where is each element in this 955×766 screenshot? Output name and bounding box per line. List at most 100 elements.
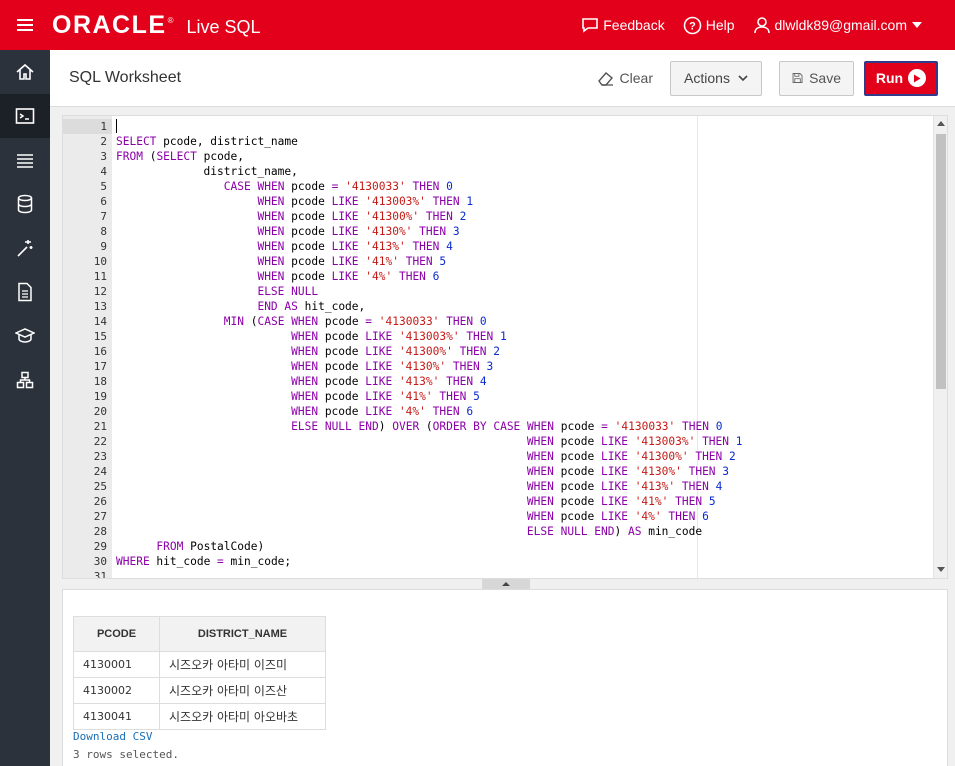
cell-district-name: 시즈오카 아타미 이즈미 [159, 651, 326, 678]
scroll-down-arrow-icon[interactable] [937, 567, 945, 572]
code-line: WHEN pcode LIKE '4%' THEN 6 [526, 510, 709, 523]
code-line: WHEN pcode LIKE '413003%' THEN 1 [291, 330, 507, 343]
line-number: 1 [63, 119, 112, 134]
save-icon [792, 73, 803, 83]
nav-my-session[interactable] [0, 138, 50, 182]
play-icon [908, 69, 927, 87]
code-line: WHEN pcode LIKE '413003%' THEN 1 [526, 435, 743, 448]
code-line: WHEN pcode LIKE '41%' THEN 5 [257, 255, 447, 268]
home-icon [16, 63, 34, 80]
code-line: district_name, [116, 165, 298, 178]
code-line: WHEN pcode LIKE '4%' THEN 6 [291, 405, 474, 418]
code-line: WHEN pcode LIKE '413%' THEN 4 [291, 375, 487, 388]
table-row: 4130041 시즈오카 아타미 아오바초 [73, 703, 326, 730]
line-number: 24 [93, 465, 107, 478]
code-line: SELECT pcode, district_name [116, 135, 298, 148]
nav-quick-sql[interactable] [0, 226, 50, 270]
nav-my-scripts[interactable] [0, 270, 50, 314]
code-line: WHEN pcode LIKE '4130%' THEN 3 [257, 225, 460, 238]
code-line: FROM PostalCode) [156, 540, 265, 553]
feedback-icon [582, 18, 599, 33]
quick-sql-icon [17, 240, 33, 257]
line-number: 6 [100, 195, 107, 208]
cell-district-name: 시즈오카 아타미 이즈산 [159, 677, 326, 704]
code-line: ELSE NULL END) OVER (ORDER BY CASE WHEN … [291, 420, 723, 433]
editor-scrollbar[interactable] [933, 116, 947, 578]
line-number: 15 [93, 330, 107, 343]
line-number: 11 [93, 270, 107, 283]
help-icon: ? [683, 16, 702, 34]
code-line: ELSE NULL [257, 285, 319, 298]
user-email: dlwldk89@gmail.com [774, 17, 907, 33]
line-number: 29 [93, 540, 107, 553]
results-table: PCODE DISTRICT_NAME 4130001 시즈오카 아타미 이즈미… [73, 616, 326, 730]
scroll-thumb[interactable] [936, 134, 946, 389]
nav-schema[interactable] [0, 182, 50, 226]
oracle-logo: ORACLE [52, 10, 167, 39]
nav-home[interactable] [0, 50, 50, 94]
line-number: 9 [100, 240, 107, 253]
cell-pcode: 4130002 [73, 677, 160, 704]
line-number-gutter: 1 2 3 4 5 6 7 8 9 10 11 12 13 14 15 16 17 18 19 20 21 22 23 24 2… [63, 116, 112, 578]
collapse-handle[interactable] [482, 579, 530, 589]
left-nav [0, 50, 50, 766]
code-content: SELECT pcode, district_name FROM (SELECT … [116, 119, 933, 578]
worksheet-header: SQL Worksheet Clear Actions Save Run [50, 50, 955, 107]
column-header-pcode: PCODE [73, 616, 160, 652]
scroll-up-arrow-icon[interactable] [937, 121, 945, 126]
code-line: WHEN pcode LIKE '413%' THEN 4 [257, 240, 453, 253]
actions-label: Actions [684, 70, 730, 86]
my-session-icon [17, 154, 33, 168]
line-number: 7 [100, 210, 107, 223]
text-cursor [116, 119, 117, 133]
nav-sample-schemas[interactable] [0, 358, 50, 402]
line-number: 17 [93, 360, 107, 373]
user-menu[interactable]: dlwldk89@gmail.com [753, 16, 927, 34]
line-number: 16 [93, 345, 107, 358]
code-line: WHEN pcode LIKE '41%' THEN 5 [291, 390, 480, 403]
line-number: 27 [93, 510, 107, 523]
nav-code-library[interactable] [0, 314, 50, 358]
sql-editor[interactable]: 1 2 3 4 5 6 7 8 9 10 11 12 13 14 15 16 17 18 19 20 21 22 23 24 2… [62, 115, 948, 579]
line-number: 5 [100, 180, 107, 193]
save-button[interactable]: Save [779, 60, 854, 96]
download-csv-link[interactable]: Download CSV [73, 730, 152, 743]
line-number: 10 [93, 255, 107, 268]
feedback-label: Feedback [603, 17, 665, 33]
help-link[interactable]: ? Help [683, 16, 735, 35]
eraser-icon [597, 72, 613, 86]
caret-up-icon [502, 582, 510, 586]
run-label: Run [875, 70, 904, 86]
actions-dropdown[interactable]: Actions [670, 60, 762, 96]
code-line: WHEN pcode LIKE '41%' THEN 5 [526, 495, 716, 508]
feedback-link[interactable]: Feedback [581, 17, 665, 33]
line-number: 3 [100, 150, 107, 163]
save-label: Save [809, 70, 841, 86]
chevron-down-icon [738, 74, 748, 81]
line-number: 19 [93, 390, 107, 403]
cell-pcode: 4130041 [73, 703, 160, 730]
nav-sql-worksheet[interactable] [0, 94, 50, 138]
run-button[interactable]: Run [864, 60, 938, 96]
code-line: END AS hit_code, [257, 300, 366, 313]
line-number: 18 [93, 375, 107, 388]
clear-button[interactable]: Clear [597, 70, 653, 86]
hamburger-menu-icon[interactable] [0, 0, 50, 50]
table-row: 4130002 시즈오카 아타미 이즈산 [73, 677, 326, 704]
page-title: SQL Worksheet [69, 69, 182, 86]
code-line: WHEN pcode LIKE '41300%' THEN 2 [291, 345, 501, 358]
code-line: WHEN pcode LIKE '41300%' THEN 2 [526, 450, 736, 463]
line-number: 20 [93, 405, 107, 418]
pane-splitter[interactable] [62, 579, 948, 589]
cell-district-name: 시즈오카 아타미 아오바초 [159, 703, 326, 730]
column-header-district-name: DISTRICT_NAME [159, 616, 326, 652]
table-row: 4130001 시즈오카 아타미 이즈미 [73, 651, 326, 678]
product-name: Live SQL [186, 16, 261, 37]
sample-schemas-icon [16, 371, 34, 389]
code-line: WHERE hit_code = min_code; [116, 555, 292, 568]
brand-logo[interactable]: ORACLE ® Live SQL [52, 11, 261, 40]
line-number: 28 [93, 525, 107, 538]
line-number: 8 [100, 225, 107, 238]
code-line: CASE WHEN pcode = '4130033' THEN 0 [223, 180, 453, 193]
